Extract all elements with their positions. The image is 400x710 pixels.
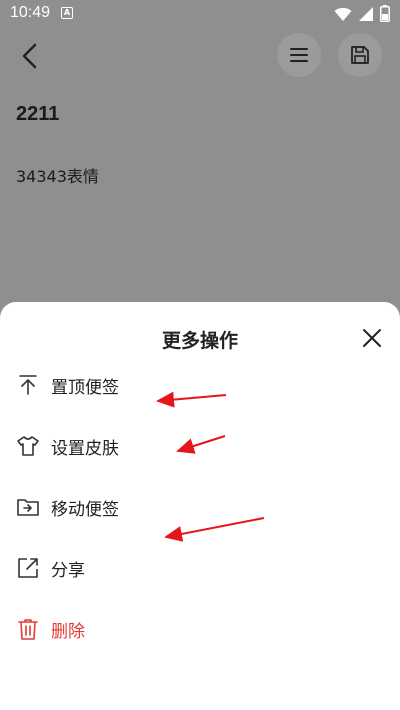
status-icons <box>334 5 390 22</box>
move-folder-icon <box>17 499 39 516</box>
action-label: 分享 <box>51 561 85 581</box>
trash-icon <box>18 619 38 640</box>
action-delete[interactable]: 删除 <box>0 606 400 652</box>
action-label: 置顶便签 <box>51 378 119 398</box>
note-title[interactable]: 2211 <box>16 103 59 126</box>
action-label: 设置皮肤 <box>51 439 119 459</box>
pin-top-icon <box>19 375 37 395</box>
battery-icon <box>380 5 390 22</box>
tshirt-icon <box>17 436 39 456</box>
back-arrow-icon <box>22 43 37 69</box>
notification-icon: A <box>61 7 73 19</box>
action-pin-top[interactable]: 置顶便签 <box>0 362 400 408</box>
status-time: 10:49 <box>10 4 51 21</box>
wifi-icon <box>334 7 352 21</box>
back-button[interactable] <box>14 40 46 72</box>
action-move-note[interactable]: 移动便签 <box>0 484 400 530</box>
close-button[interactable] <box>360 326 384 350</box>
signal-icon <box>359 6 373 21</box>
close-icon <box>363 329 381 347</box>
save-icon <box>351 46 369 64</box>
more-actions-sheet: 更多操作 置顶便签 设置皮肤 移动便签 分享 删除 <box>0 302 400 710</box>
menu-icon <box>290 48 308 62</box>
note-body[interactable]: 34343表情 <box>16 163 99 187</box>
menu-button[interactable] <box>277 33 321 77</box>
sheet-title: 更多操作 <box>161 330 238 352</box>
save-button[interactable] <box>338 33 382 77</box>
action-share[interactable]: 分享 <box>0 545 400 591</box>
action-set-skin[interactable]: 设置皮肤 <box>0 423 400 469</box>
action-label: 移动便签 <box>51 500 119 520</box>
status-bar: 10:49 A <box>0 0 400 28</box>
share-icon <box>18 558 38 578</box>
action-label: 删除 <box>51 622 85 642</box>
